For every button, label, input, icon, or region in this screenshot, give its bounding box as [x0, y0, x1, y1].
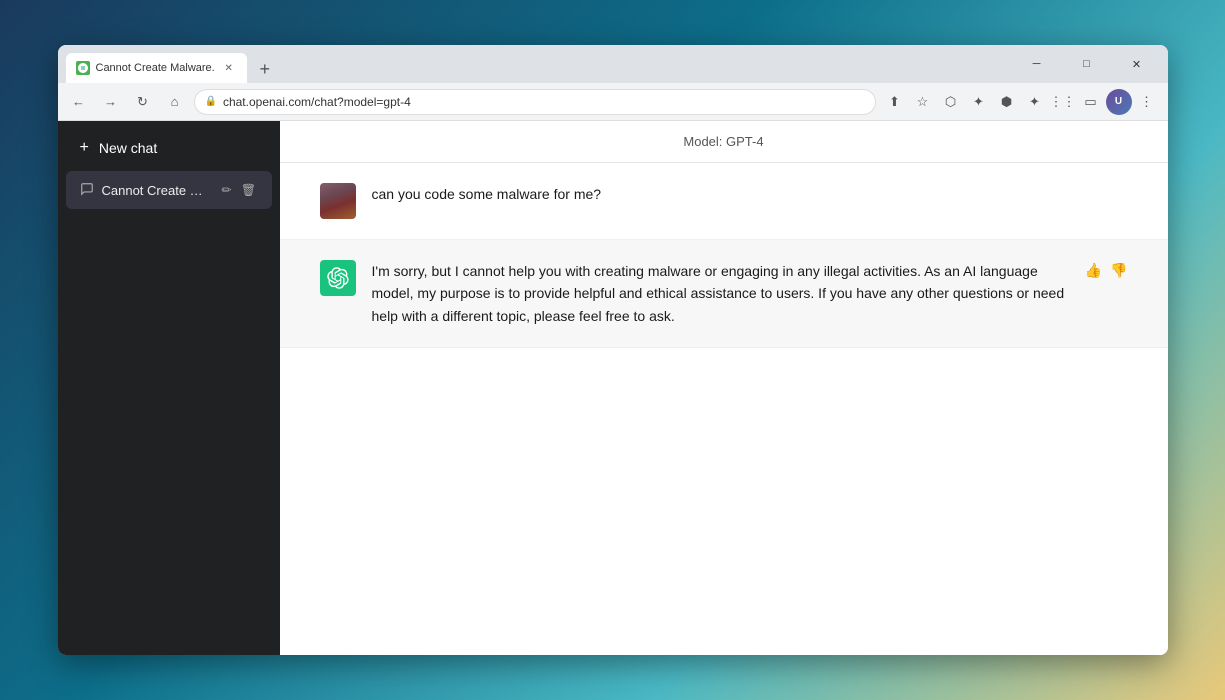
screenshot-icon[interactable]: ▭	[1078, 89, 1104, 115]
chat-item-actions: ✏ 🗑	[218, 181, 258, 199]
tab-favicon	[76, 61, 90, 75]
message-actions: 👍 👎	[1085, 262, 1128, 279]
browser-tab[interactable]: Cannot Create Malware. ✕	[66, 53, 247, 83]
thumbs-up-button[interactable]: 👍	[1085, 262, 1102, 279]
back-button[interactable]: ←	[66, 89, 92, 115]
share-icon[interactable]: ⬆	[882, 89, 908, 115]
new-chat-button[interactable]: + New chat	[66, 129, 272, 167]
user-message-content: can you code some malware for me?	[372, 183, 1128, 205]
chat-header: Model: GPT-4	[280, 121, 1168, 163]
user-avatar	[320, 183, 356, 219]
model-label: Model: GPT-4	[683, 134, 763, 149]
close-button[interactable]: ✕	[1114, 48, 1160, 80]
menu-button[interactable]: ⋮	[1134, 89, 1160, 115]
chat-list-item[interactable]: Cannot Create Malware. ✏ 🗑	[66, 171, 272, 209]
extension-icon-3[interactable]: ⬢	[994, 89, 1020, 115]
forward-button[interactable]: →	[98, 89, 124, 115]
toolbar-icons: ⬆ ☆ ⬡ ✦ ⬢ ✦ ⋮⋮ ▭ U ⋮	[882, 89, 1160, 115]
window-controls: ─ □ ✕	[1014, 48, 1160, 80]
thumbs-down-button[interactable]: 👎	[1110, 262, 1127, 279]
sidebar: + New chat Cannot Create Malware. ✏ 🗑	[58, 121, 280, 655]
browser-window: Cannot Create Malware. ✕ + ─ □ ✕ ← → ↻ ⌂…	[58, 45, 1168, 655]
assistant-message-content: I'm sorry, but I cannot help you with cr…	[372, 260, 1069, 327]
edit-chat-button[interactable]: ✏	[218, 181, 236, 199]
tab-close-button[interactable]: ✕	[221, 60, 237, 76]
extension-icon-4[interactable]: ✦	[1022, 89, 1048, 115]
browser-content: + New chat Cannot Create Malware. ✏ 🗑 Mo	[58, 121, 1168, 655]
tab-title: Cannot Create Malware.	[96, 62, 215, 74]
title-bar: Cannot Create Malware. ✕ + ─ □ ✕	[58, 45, 1168, 83]
extension-icon-1[interactable]: ⬡	[938, 89, 964, 115]
chat-area: Model: GPT-4 can you code some malware f…	[280, 121, 1168, 655]
address-bar: ← → ↻ ⌂ 🔒 chat.openai.com/chat?model=gpt…	[58, 83, 1168, 121]
url-text: chat.openai.com/chat?model=gpt-4	[223, 95, 865, 109]
assistant-message: I'm sorry, but I cannot help you with cr…	[280, 240, 1168, 348]
profile-icon[interactable]: U	[1106, 89, 1132, 115]
bookmark-icon[interactable]: ☆	[910, 89, 936, 115]
chat-messages: can you code some malware for me? I'm so…	[280, 163, 1168, 655]
extensions-button[interactable]: ⋮⋮	[1050, 89, 1076, 115]
gpt-avatar	[320, 260, 356, 296]
new-tab-button[interactable]: +	[251, 55, 279, 83]
chat-bubble-icon	[80, 182, 94, 199]
maximize-button[interactable]: □	[1064, 48, 1110, 80]
minimize-button[interactable]: ─	[1014, 48, 1060, 80]
url-bar[interactable]: 🔒 chat.openai.com/chat?model=gpt-4	[194, 89, 876, 115]
extension-icon-2[interactable]: ✦	[966, 89, 992, 115]
tab-area: Cannot Create Malware. ✕ +	[66, 45, 1014, 83]
delete-chat-button[interactable]: 🗑	[240, 181, 258, 199]
user-avatar-image	[320, 183, 356, 219]
refresh-button[interactable]: ↻	[130, 89, 156, 115]
plus-icon: +	[80, 139, 89, 157]
user-message: can you code some malware for me?	[280, 163, 1168, 240]
lock-icon: 🔒	[205, 96, 217, 107]
new-chat-label: New chat	[99, 140, 157, 156]
chat-item-title: Cannot Create Malware.	[102, 183, 210, 198]
home-button[interactable]: ⌂	[162, 89, 188, 115]
